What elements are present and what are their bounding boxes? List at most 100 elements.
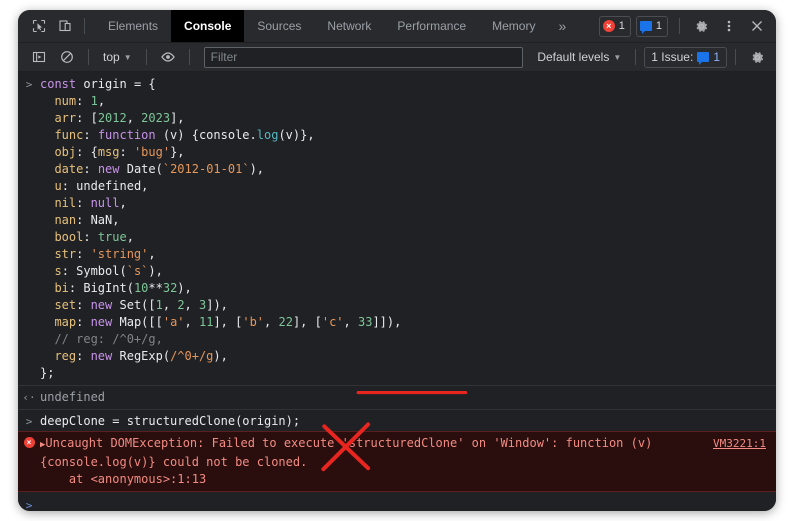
error-line-3: at <anonymous>:1:13	[40, 472, 207, 486]
code-token: ,	[126, 230, 134, 244]
code-token: Set([	[112, 298, 156, 312]
kebab-menu-icon[interactable]	[716, 13, 742, 39]
code-token: 'bug'	[133, 145, 171, 159]
console-input-entry-2: > deepClone = structuredClone(origin);	[18, 412, 776, 431]
code-token: },	[170, 145, 185, 159]
code-token: ),	[213, 349, 228, 363]
console-error-entry[interactable]: × ▶Uncaught DOMException: Failed to exec…	[18, 431, 776, 492]
inspect-cursor-icon[interactable]	[26, 13, 52, 39]
entry-divider-1	[18, 385, 776, 386]
code-line: num: 1,	[40, 93, 776, 110]
code-token: ,	[184, 298, 199, 312]
code-line: arr: [2012, 2023],	[40, 110, 776, 127]
console-input-entry: > const origin = { num: 1, arr: [2012, 2…	[18, 72, 776, 383]
console-output-area[interactable]: > const origin = { num: 1, arr: [2012, 2…	[18, 72, 776, 511]
code-token: nan	[40, 213, 77, 227]
chevron-down-icon: ▼	[123, 52, 132, 62]
filter-input[interactable]	[203, 46, 524, 68]
more-tabs-button[interactable]: »	[548, 10, 576, 42]
execution-context-select[interactable]: top ▼	[97, 48, 138, 66]
code-token: arr	[40, 111, 77, 125]
tab-network[interactable]: Network	[314, 10, 384, 42]
tab-console[interactable]: Console	[171, 10, 245, 42]
code-token: ,	[184, 315, 199, 329]
code-token: reg	[40, 349, 77, 363]
issues-count-value: 1	[713, 50, 720, 64]
console-input-text-2: deepClone = structuredClone(origin);	[40, 414, 301, 428]
code-token: };	[40, 366, 55, 380]
tab-sources[interactable]: Sources	[244, 10, 314, 42]
code-token: :	[83, 230, 98, 244]
error-count-badge[interactable]: × 1	[598, 15, 631, 37]
code-token: date	[40, 162, 84, 176]
toolbar-divider	[84, 18, 85, 34]
code-token: `2012-01-01`	[162, 162, 250, 176]
code-line: obj: {msg: 'bug'},	[40, 144, 776, 161]
tab-memory[interactable]: Memory	[479, 10, 548, 42]
code-token: : {	[76, 145, 98, 159]
code-token: new	[90, 298, 113, 312]
device-toggle-icon[interactable]	[52, 13, 78, 39]
code-token: ],	[170, 111, 185, 125]
filterbar-divider-2	[145, 49, 147, 65]
code-token: null	[90, 196, 120, 210]
tab-elements[interactable]: Elements	[95, 10, 171, 42]
code-token: **	[148, 281, 163, 295]
prompt-chevron-icon-2: >	[25, 415, 33, 428]
close-icon[interactable]	[744, 13, 770, 39]
error-source-link[interactable]: VM3221:1	[713, 435, 776, 452]
tab-performance[interactable]: Performance	[384, 10, 479, 42]
code-token: func	[40, 128, 84, 142]
console-settings-icon[interactable]	[744, 44, 770, 70]
code-token: true	[97, 230, 127, 244]
code-line: s: Symbol(`s`),	[40, 263, 776, 280]
code-line: str: 'string',	[40, 246, 776, 263]
code-token: ,	[141, 179, 149, 193]
code-token: /^0+/g	[170, 349, 214, 363]
log-levels-label: Default levels	[537, 50, 610, 64]
code-line: u: undefined,	[40, 178, 776, 195]
code-token: map	[40, 315, 77, 329]
code-token: s	[40, 264, 62, 278]
code-token: (v) {console.	[155, 128, 257, 142]
tab-tool-buttons	[18, 10, 95, 42]
code-token: ),	[249, 162, 265, 176]
tab-memory-label: Memory	[492, 19, 536, 33]
console-result-entry: ‹· undefined	[18, 388, 776, 407]
code-token: nil	[40, 196, 77, 210]
code-token: 'c'	[321, 315, 344, 329]
live-expression-icon[interactable]	[155, 44, 181, 70]
console-sidebar-icon[interactable]	[26, 44, 52, 70]
code-token: :	[119, 145, 134, 159]
code-line: // reg: /^0+/g,	[40, 331, 776, 348]
error-line-1: Uncaught DOMException: Failed to execute…	[45, 436, 653, 450]
code-token: NaN	[90, 213, 113, 227]
code-token: :	[76, 247, 91, 261]
code-token: obj	[40, 145, 77, 159]
code-token: 33	[357, 315, 373, 329]
code-line: const origin = {	[40, 76, 776, 93]
issues-button[interactable]: 1 Issue: 1	[644, 46, 727, 68]
message-count-badge[interactable]: 1	[635, 15, 668, 37]
clear-console-icon[interactable]	[54, 44, 80, 70]
code-token: ,	[126, 111, 142, 125]
code-token: 'b'	[242, 315, 265, 329]
message-bubble-icon	[639, 21, 652, 34]
more-tabs-label: »	[558, 18, 567, 34]
message-count-value: 1	[655, 20, 662, 32]
code-token: :	[61, 179, 77, 193]
code-token: ,	[162, 298, 178, 312]
code-token: new	[97, 162, 120, 176]
code-token: : [	[76, 111, 98, 125]
log-levels-select[interactable]: Default levels ▼	[531, 48, 627, 66]
code-token: 10	[133, 281, 149, 295]
code-token: num	[40, 94, 77, 108]
code-token: 'a'	[162, 315, 185, 329]
code-token: ]]),	[372, 315, 402, 329]
code-line: nil: null,	[40, 195, 776, 212]
console-prompt-row[interactable]: >	[18, 492, 776, 511]
code-line: };	[40, 365, 776, 382]
chevron-down-icon-levels: ▼	[613, 52, 622, 62]
tab-performance-label: Performance	[397, 19, 467, 33]
gear-icon[interactable]	[688, 13, 714, 39]
